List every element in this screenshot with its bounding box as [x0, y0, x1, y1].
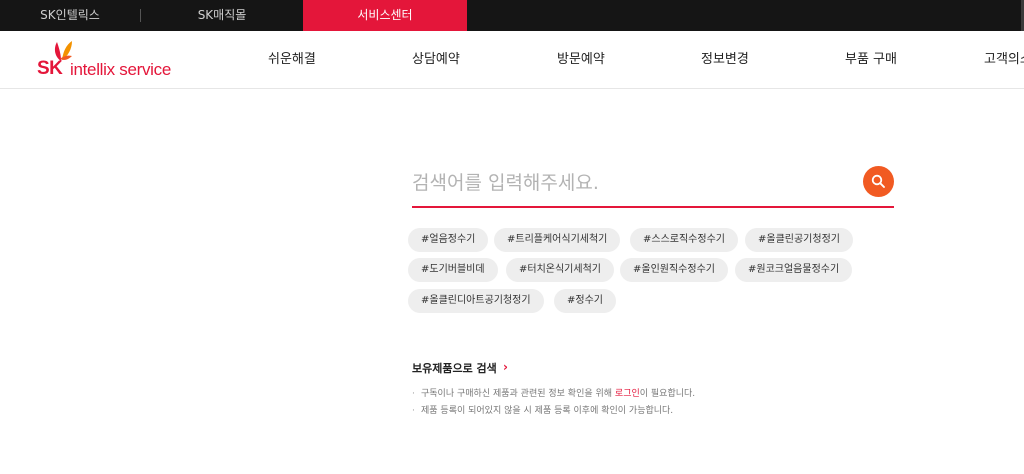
tag-chip[interactable]: #올클린공기청정기: [745, 228, 853, 252]
tag-chip[interactable]: #터치온식기세척기: [506, 258, 614, 282]
tag-chip[interactable]: #원코크얼음물정수기: [735, 258, 853, 282]
login-notice-text: 구독이나 구매하신 제품과 관련된 정보 확인을 위해: [421, 389, 615, 399]
tag-chip[interactable]: #올클린디아트공기청정기: [408, 289, 544, 313]
search-input[interactable]: [412, 163, 852, 203]
register-notice: · 제품 등록이 되어있지 않을 시 제품 등록 이후에 확인이 가능합니다.: [412, 403, 673, 416]
register-notice-text: 제품 등록이 되어있지 않을 시 제품 등록 이후에 확인이 가능합니다.: [421, 406, 674, 416]
tag-chip[interactable]: #트리플케어식기세척기: [494, 228, 621, 252]
tag-chip[interactable]: #스스로직수정수기: [630, 228, 738, 252]
bullet: ·: [412, 389, 415, 399]
main-nav: 쉬운해결 상담예약 방문예약 정보변경 부품 구매 고객의소: [0, 31, 1024, 89]
nav-item-info-change[interactable]: 정보변경: [701, 31, 749, 89]
tag-chip[interactable]: #정수기: [554, 289, 616, 313]
nav-item-visit-booking[interactable]: 방문예약: [557, 31, 605, 89]
login-notice: · 구독이나 구매하신 제품과 관련된 정보 확인을 위해 로그인이 필요합니다.: [412, 386, 695, 399]
login-notice-text-end: 이 필요합니다.: [639, 389, 696, 399]
tag-chip[interactable]: #얼음정수기: [408, 228, 489, 252]
nav-item-parts-purchase[interactable]: 부품 구매: [845, 31, 897, 89]
topbar-link-sk-magic-mall[interactable]: SK매직몰: [141, 0, 303, 31]
search-box: [412, 163, 894, 208]
tag-chip[interactable]: #도기버블비데: [408, 258, 498, 282]
site-header: SK intellix service 쉬운해결 상담예약 방문예약 정보변경 …: [0, 31, 1024, 89]
owned-product-search-link[interactable]: 보유제품으로 검색: [412, 360, 497, 376]
login-link[interactable]: 로그인: [615, 389, 640, 399]
topbar-link-service-center[interactable]: 서비스센터: [303, 0, 467, 31]
nav-item-customer-voice[interactable]: 고객의소: [984, 31, 1024, 89]
chevron-right-icon: ›: [503, 360, 508, 374]
search-button[interactable]: [863, 166, 894, 197]
top-bar: SK인텔릭스 SK매직몰 서비스센터: [0, 0, 1024, 31]
nav-item-consult-booking[interactable]: 상담예약: [412, 31, 460, 89]
topbar-link-sk-intellix[interactable]: SK인텔릭스: [0, 0, 140, 31]
search-icon: [871, 174, 885, 188]
nav-item-easy-solution[interactable]: 쉬운해결: [268, 31, 316, 89]
tag-chip[interactable]: #올인원직수정수기: [620, 258, 728, 282]
bullet: ·: [412, 406, 415, 416]
